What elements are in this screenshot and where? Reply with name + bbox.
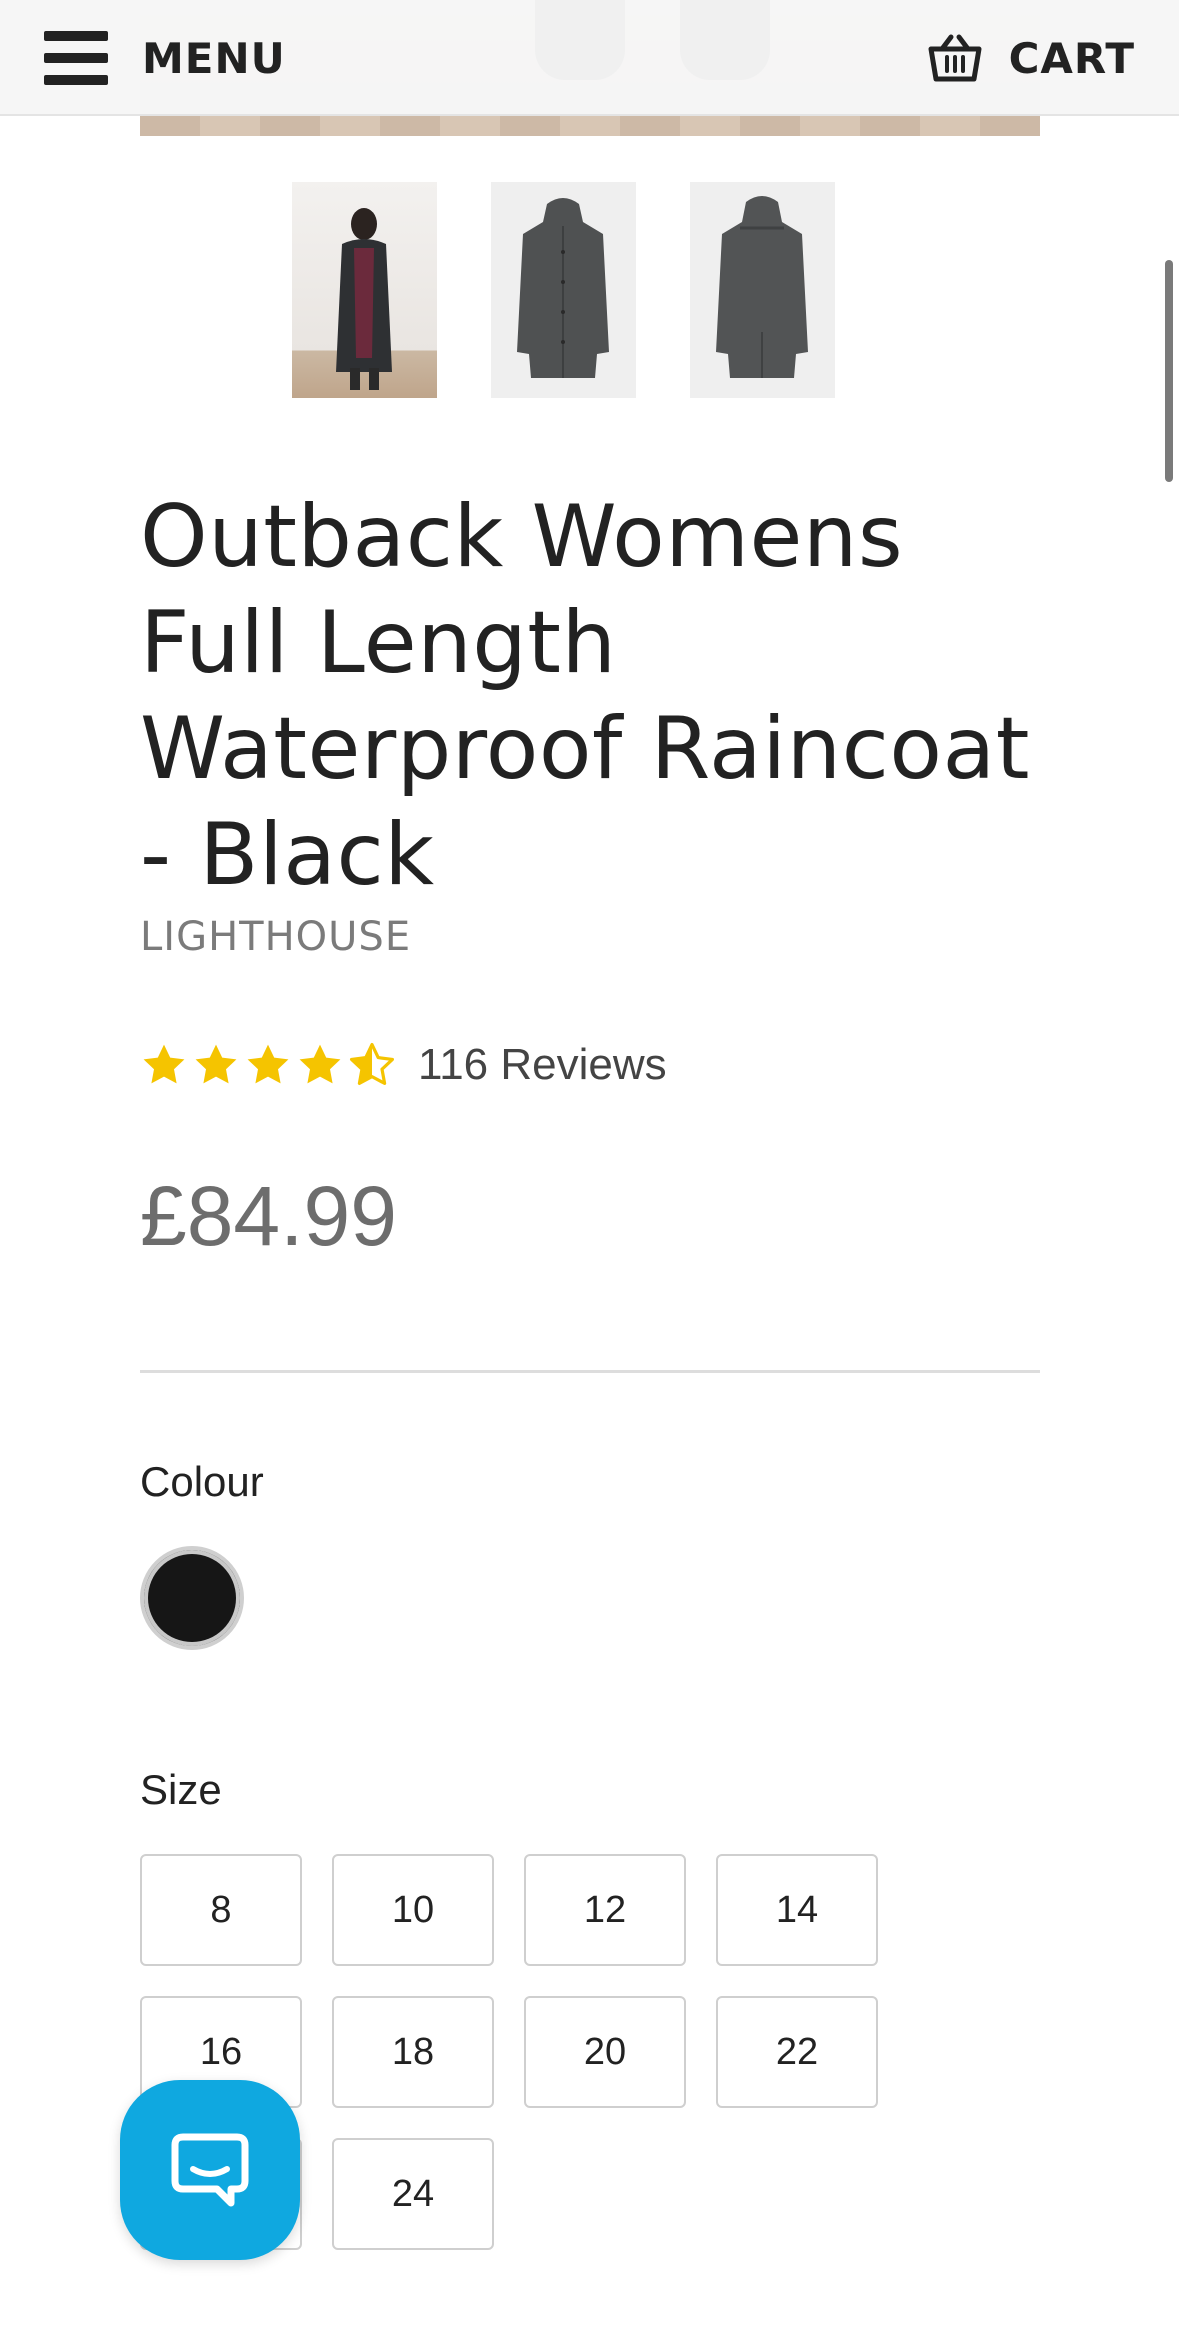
star-half-icon: [350, 1043, 394, 1085]
coat-front-image: [517, 198, 609, 378]
page-scrollbar[interactable]: [1165, 260, 1173, 482]
star-full-icon: [195, 1044, 237, 1084]
hero-floor: [140, 114, 1040, 136]
coat-back-image: [716, 196, 808, 378]
thumbnail-strip: [292, 182, 835, 398]
reviews-count[interactable]: 116 Reviews: [418, 1040, 667, 1090]
hamburger-icon: [44, 31, 108, 85]
size-option[interactable]: 24: [332, 2138, 494, 2250]
model-image: [336, 208, 392, 390]
product-title: Outback Womens Full Length Waterproof Ra…: [140, 487, 1030, 905]
size-label: Size: [140, 1766, 222, 1813]
star-full-icon: [247, 1044, 289, 1084]
product-price: £84.99: [140, 1169, 397, 1263]
size-option[interactable]: 18: [332, 1996, 494, 2108]
chat-bubble-icon: [171, 2133, 249, 2207]
star-rating: [140, 1041, 396, 1089]
size-option[interactable]: 20: [524, 1996, 686, 2108]
divider: [140, 1370, 1040, 1373]
size-option[interactable]: 12: [524, 1854, 686, 1966]
thumbnail-back[interactable]: [690, 182, 835, 398]
basket-icon: [928, 34, 982, 82]
size-option[interactable]: 22: [716, 1996, 878, 2108]
rating-summary[interactable]: 116 Reviews: [140, 1040, 667, 1090]
site-header: MENU CART: [0, 0, 1179, 116]
star-full-icon: [299, 1044, 341, 1084]
size-option[interactable]: 14: [716, 1854, 878, 1966]
cart-label: CART: [1008, 33, 1135, 83]
star-full-icon: [143, 1044, 185, 1084]
menu-label: MENU: [142, 33, 286, 83]
cart-button[interactable]: CART: [927, 22, 1135, 94]
colour-label: Colour: [140, 1458, 264, 1505]
product-brand[interactable]: LIGHTHOUSE: [140, 914, 411, 960]
size-option[interactable]: 10: [332, 1854, 494, 1966]
colour-swatch-black[interactable]: [140, 1546, 244, 1650]
menu-button[interactable]: MENU: [44, 22, 286, 94]
chat-button[interactable]: [120, 2080, 300, 2260]
thumbnail-model[interactable]: [292, 182, 437, 398]
size-option[interactable]: 8: [140, 1854, 302, 1966]
thumbnail-front[interactable]: [491, 182, 636, 398]
